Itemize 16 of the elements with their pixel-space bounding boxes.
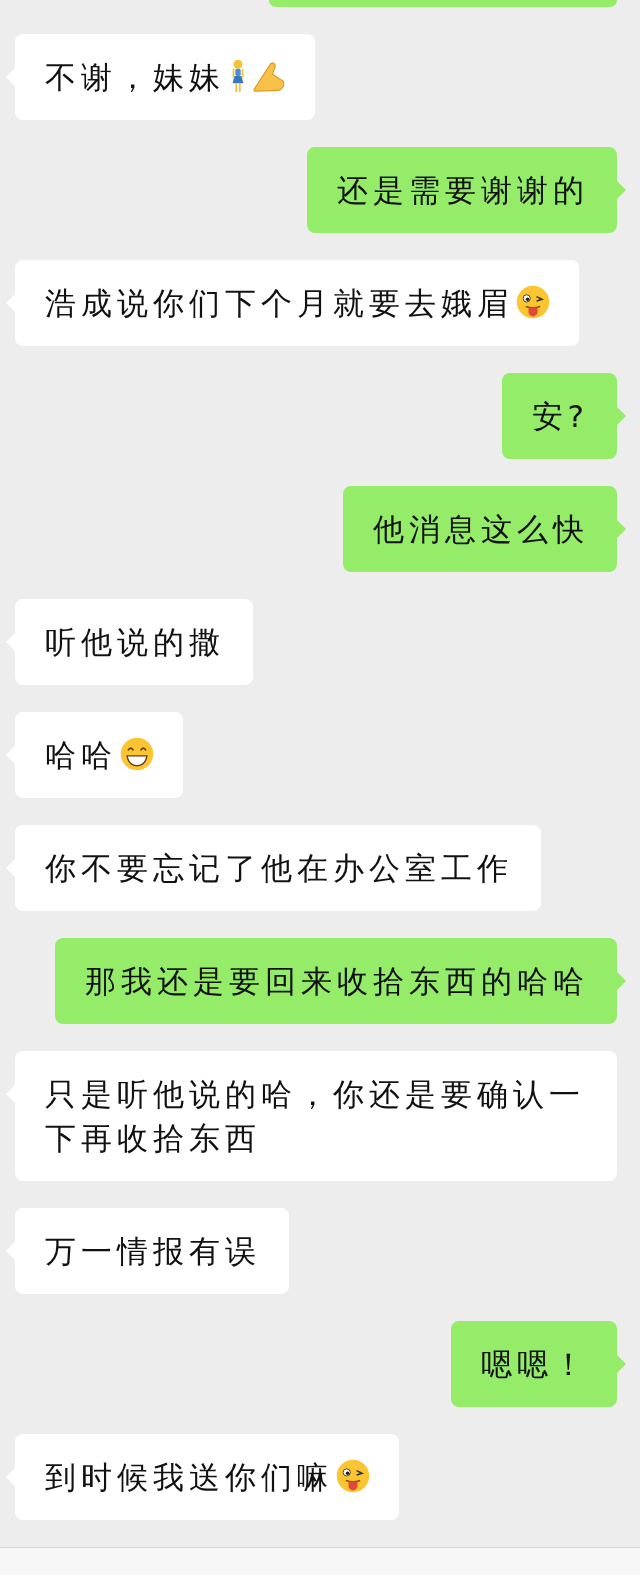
grinning-emoji-icon xyxy=(119,736,155,772)
message-text: 那我还是要回来收拾东西的哈哈 xyxy=(85,963,589,999)
message-text: 不谢，妹妹 xyxy=(45,59,225,95)
message-text: 到时候我送你们嘛 xyxy=(45,1459,333,1495)
winking-tongue-emoji-icon xyxy=(335,1458,371,1494)
message-text: 浩成说你们下个月就要去娥眉 xyxy=(45,285,513,321)
message-text: 他消息这么快 xyxy=(373,511,589,547)
message-text: 哈哈 xyxy=(45,737,117,773)
message-text: 嗯嗯！ xyxy=(481,1346,589,1382)
message-text: 还是需要谢谢的 xyxy=(337,172,589,208)
message-text: 安? xyxy=(531,398,589,434)
message-text: 听他说的撒 xyxy=(45,624,225,660)
winking-tongue-emoji-icon xyxy=(515,284,551,320)
message-text: 万一情报有误 xyxy=(45,1233,261,1269)
message-text: 只是听他说的哈，你还是要确认一下再收拾东西 xyxy=(45,1076,585,1156)
message-text: 你不要忘记了他在办公室工作 xyxy=(45,850,513,886)
